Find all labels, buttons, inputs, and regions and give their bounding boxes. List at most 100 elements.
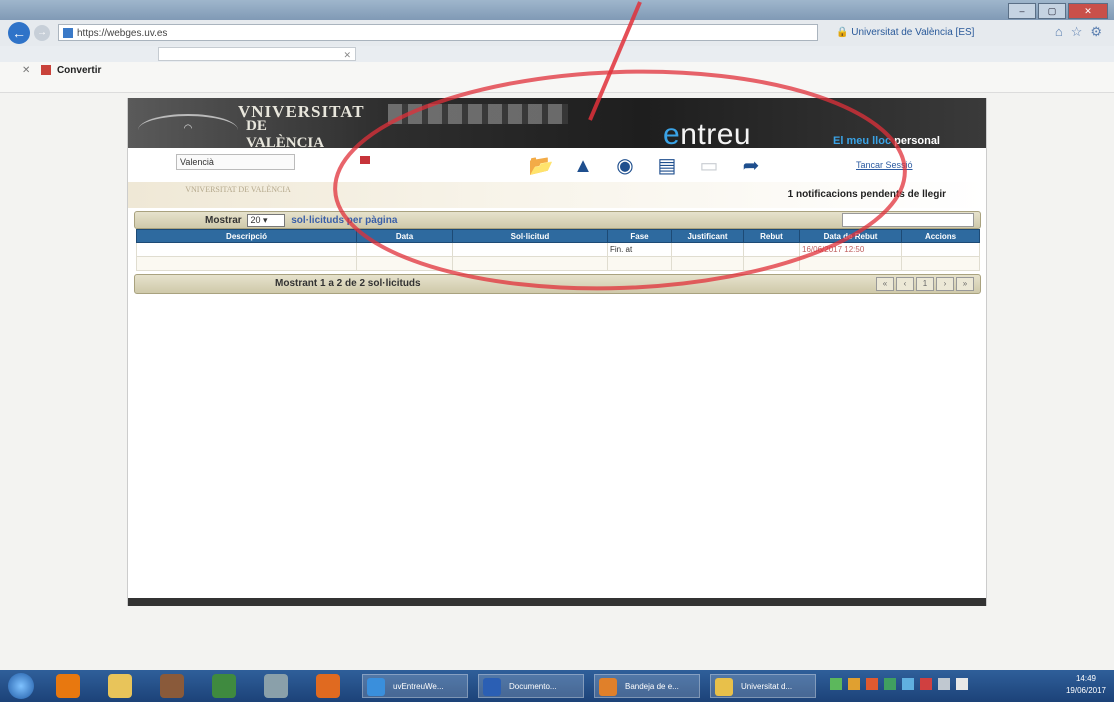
- close-window-button[interactable]: ✕: [1068, 3, 1108, 19]
- show-prefix: Mostrar: [205, 215, 242, 227]
- taskbar-clock[interactable]: 14:49 19/06/2017: [1066, 673, 1106, 697]
- media-icon[interactable]: [160, 674, 184, 698]
- disabled-document-icon: ▭: [699, 155, 719, 177]
- university-line2: DE VALÈNCIA: [246, 118, 325, 148]
- command-bar: ✕ Convertir: [0, 62, 1114, 93]
- file-explorer-icon[interactable]: [108, 674, 132, 698]
- table-cell[interactable]: [452, 256, 608, 271]
- page-size-control: Mostrar 20 ▾ sol·licituds per pàgina: [205, 214, 397, 227]
- taskbar-task-ie[interactable]: uvEntreuWe...: [362, 674, 468, 698]
- start-button[interactable]: [8, 673, 34, 699]
- chevron-down-icon: ▾: [263, 215, 268, 225]
- tray-icon[interactable]: [830, 678, 842, 690]
- ie-icon: [367, 678, 385, 696]
- column-header[interactable]: Justificant: [671, 229, 744, 243]
- browser-tab[interactable]: ✕: [158, 47, 356, 61]
- requests-table: Descripció Data Sol·licitud Fase Justifi…: [136, 229, 980, 271]
- browser-toolbar-icons: ⌂ ☆ ⚙: [1055, 24, 1102, 40]
- documents-icon[interactable]: ▤: [654, 154, 680, 178]
- grid-footer-bar: Mostrant 1 a 2 de 2 sol·licituds « ‹ 1 ›…: [134, 274, 981, 294]
- app-icon[interactable]: [264, 674, 288, 698]
- page-frame: ◠ VNIVERSITAT DE VALÈNCIA entreu El meu …: [127, 98, 987, 606]
- first-page-button[interactable]: «: [876, 277, 894, 291]
- volume-icon[interactable]: [938, 678, 950, 690]
- taskbar-task-outlook[interactable]: Bandeja de e...: [594, 674, 700, 698]
- close-session-link[interactable]: Tancar Sessió: [856, 160, 913, 170]
- chrome-icon[interactable]: [212, 674, 236, 698]
- site-icon: [63, 28, 73, 38]
- lock-icon: 🔒: [836, 27, 852, 38]
- column-header[interactable]: Descripció: [136, 229, 357, 243]
- folder-icon[interactable]: 📂: [528, 154, 554, 178]
- site-identity[interactable]: 🔒 Universitat de València [ES]: [836, 24, 1020, 41]
- column-header[interactable]: Rebut: [743, 229, 800, 243]
- home-icon[interactable]: ⌂: [1055, 24, 1063, 40]
- pagination: « ‹ 1 › »: [876, 277, 974, 291]
- table-row[interactable]: Fin. at 16/06/2017 12:50: [136, 242, 980, 257]
- outlook-icon: [599, 678, 617, 696]
- tray-icon[interactable]: [866, 678, 878, 690]
- minimize-button[interactable]: –: [1008, 3, 1036, 19]
- disk-icon[interactable]: ◉: [612, 154, 638, 178]
- personal-prefix: El meu lloc: [833, 135, 895, 147]
- table-row[interactable]: [136, 256, 980, 271]
- page-size-value: 20: [250, 215, 261, 225]
- convert-label: Convertir: [56, 65, 102, 76]
- page-footer-bar: [128, 598, 986, 606]
- folder-arrow-icon[interactable]: ➦: [738, 154, 764, 178]
- address-input[interactable]: https://webges.uv.es: [58, 24, 818, 41]
- university-seal: ◠: [138, 114, 238, 146]
- network-icon[interactable]: [902, 678, 914, 690]
- table-cell[interactable]: [136, 256, 357, 271]
- column-header[interactable]: Fase: [607, 229, 672, 243]
- records-summary: Mostrant 1 a 2 de 2 sol·licituds: [275, 278, 421, 289]
- tray-icon[interactable]: [884, 678, 896, 690]
- settings-gear-icon[interactable]: ⚙: [1090, 24, 1102, 40]
- prev-page-button[interactable]: ‹: [896, 277, 914, 291]
- column-header[interactable]: Sol·licitud: [452, 229, 608, 243]
- tab-close-icon[interactable]: ✕: [343, 48, 351, 62]
- window-titlebar: – ▢ ✕: [0, 0, 1114, 22]
- column-header[interactable]: Data: [356, 229, 453, 243]
- tray-icon[interactable]: [848, 678, 860, 690]
- maximize-button[interactable]: ▢: [1038, 3, 1066, 19]
- brand-e: e: [663, 118, 681, 148]
- mail-icon: [715, 678, 733, 696]
- address-bar-row: ← → https://webges.uv.es 🔒 Universitat d…: [0, 20, 1114, 47]
- task-label: uvEntreuWe...: [393, 682, 444, 691]
- last-page-button[interactable]: »: [956, 277, 974, 291]
- back-arrow-icon[interactable]: ←: [8, 22, 30, 44]
- forward-arrow-icon[interactable]: →: [34, 25, 50, 41]
- next-page-button[interactable]: ›: [936, 277, 954, 291]
- tray-icon[interactable]: [920, 678, 932, 690]
- convert-button[interactable]: ✕ Convertir: [22, 65, 101, 76]
- table-header-row: Descripció Data Sol·licitud Fase Justifi…: [136, 229, 980, 243]
- table-cell[interactable]: [671, 242, 744, 257]
- register-icon[interactable]: ▲: [570, 154, 596, 178]
- table-cell[interactable]: [901, 256, 980, 271]
- page-number-button[interactable]: 1: [916, 277, 934, 291]
- entreu-brand: entreu: [663, 118, 751, 148]
- table-cell: [743, 242, 800, 257]
- table-cell[interactable]: [452, 242, 608, 257]
- column-header[interactable]: Data de Rebut: [799, 229, 902, 243]
- taskbar-task-word[interactable]: Documento...: [478, 674, 584, 698]
- taskbar-task-mail[interactable]: Universitat d...: [710, 674, 816, 698]
- flag-tray-icon[interactable]: [956, 678, 968, 690]
- table-cell[interactable]: [136, 242, 357, 257]
- table-cell[interactable]: [671, 256, 744, 271]
- system-tray: [830, 678, 968, 690]
- flag-icon[interactable]: [360, 156, 370, 164]
- vlc-icon[interactable]: [56, 674, 80, 698]
- search-input[interactable]: [842, 213, 974, 227]
- table-cell: [607, 256, 672, 271]
- table-cell[interactable]: [901, 242, 980, 257]
- favorites-star-icon[interactable]: ☆: [1071, 24, 1083, 40]
- language-select[interactable]: Valencià: [176, 154, 295, 170]
- firefox-icon[interactable]: [316, 674, 340, 698]
- notifications-pending[interactable]: 1 notificacions pendents de llegir: [788, 189, 946, 200]
- close-bar-icon[interactable]: ✕: [22, 65, 30, 76]
- brand-rest: ntreu: [680, 118, 752, 148]
- page-size-select[interactable]: 20 ▾: [247, 214, 286, 227]
- university-logo: ◠ VNIVERSITAT DE VALÈNCIA: [138, 102, 364, 148]
